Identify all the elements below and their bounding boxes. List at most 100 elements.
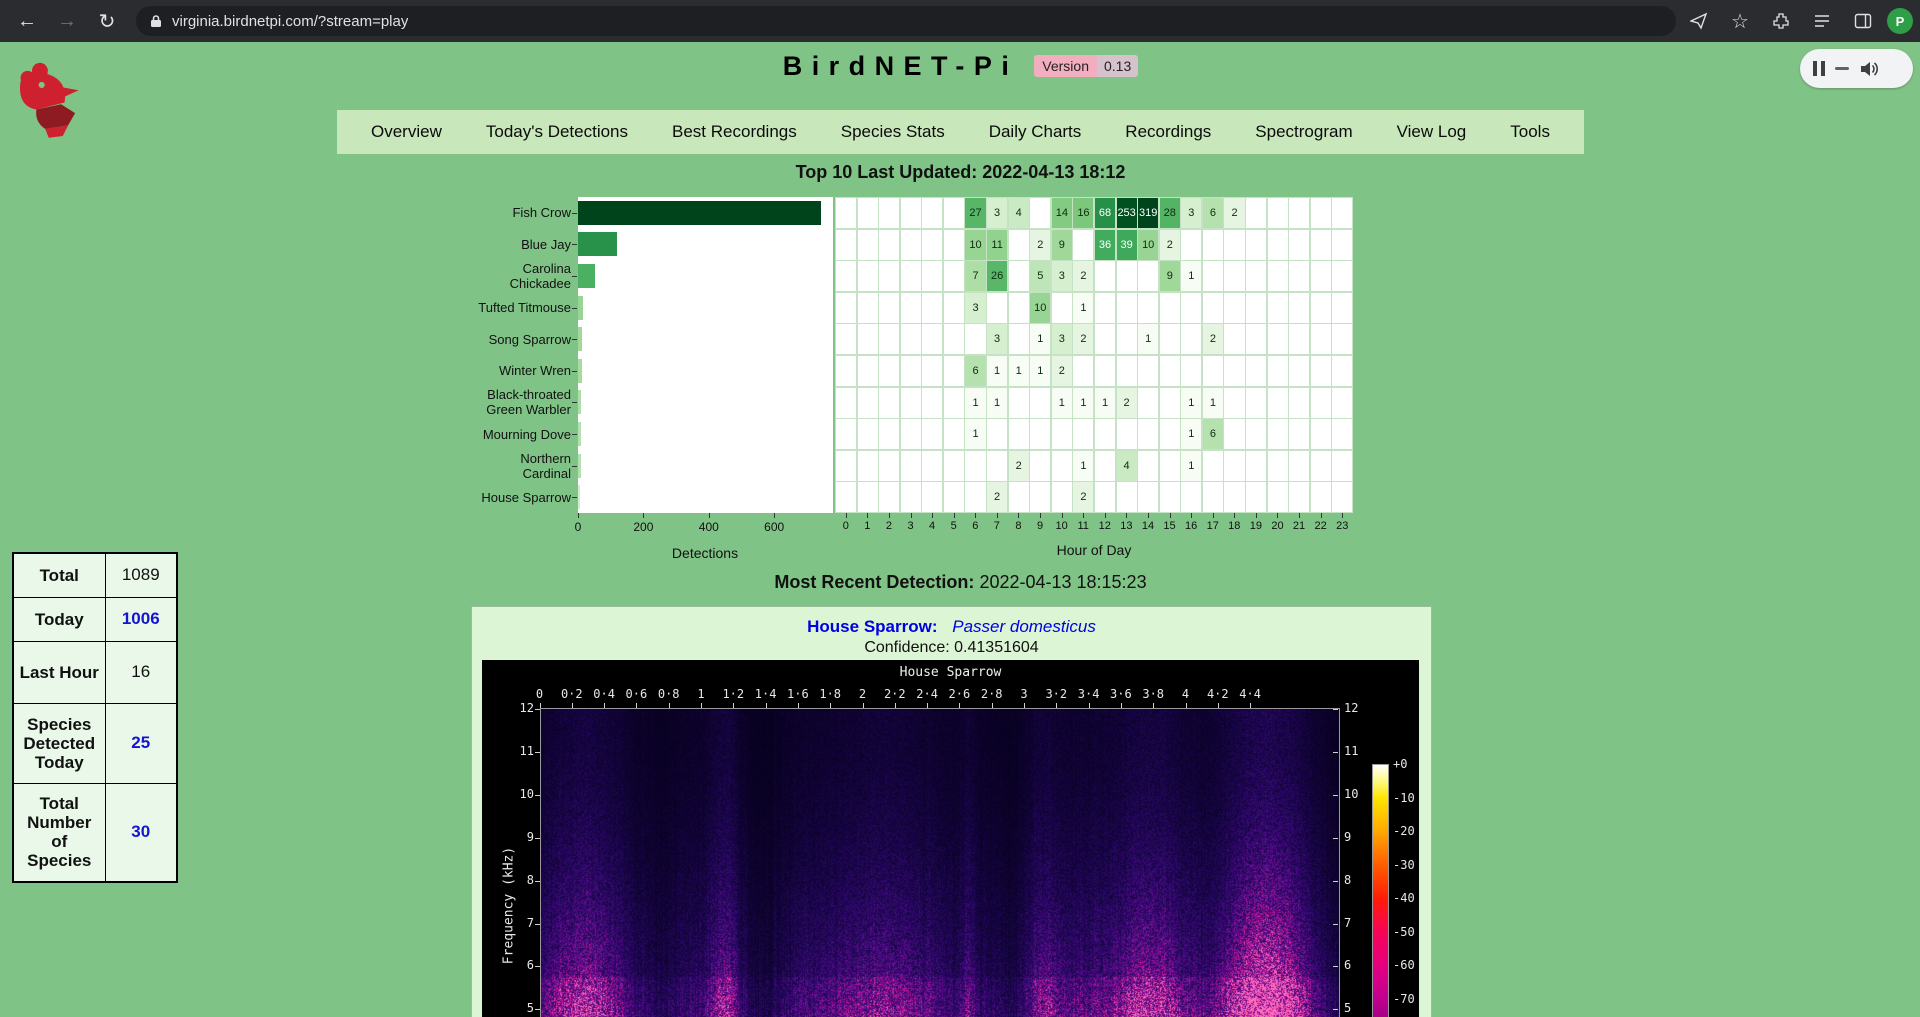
stats-row: Total Number of Species30 (13, 783, 177, 882)
heatmap-cell (1159, 323, 1181, 355)
heatmap-cell (921, 450, 943, 482)
axis-tick (1191, 513, 1192, 518)
heatmap-cell (1094, 292, 1116, 324)
profile-avatar[interactable]: P (1887, 8, 1913, 34)
nav-item-best-recordings[interactable]: Best Recordings (664, 118, 805, 146)
spectrogram-time-tick: 2·8 (975, 687, 1009, 701)
species-label: NorthernCardinal (351, 451, 571, 481)
heatmap-cell (1310, 481, 1332, 513)
heatmap-cell (1267, 197, 1289, 229)
heatmap-cell (835, 387, 857, 419)
heatmap-cell (835, 450, 857, 482)
nav-item-view-log[interactable]: View Log (1389, 118, 1475, 146)
detection-bar (578, 454, 581, 478)
nav-item-overview[interactable]: Overview (363, 118, 450, 146)
nav-item-spectrogram[interactable]: Spectrogram (1247, 118, 1360, 146)
spectrogram-time-tick: 4·2 (1201, 687, 1235, 701)
extensions-icon[interactable] (1764, 4, 1798, 38)
spectrogram-time-tick: 1·6 (781, 687, 815, 701)
heatmap-cell (1116, 418, 1138, 450)
share-icon[interactable] (1682, 4, 1716, 38)
detection-bar (578, 296, 583, 320)
heatmap-cell (900, 197, 922, 229)
side-panel-icon[interactable] (1846, 4, 1880, 38)
heatmap-cell (1051, 292, 1073, 324)
heatmap-cell (1245, 197, 1267, 229)
stats-value: 1089 (105, 553, 177, 597)
heatmap-cell: 9 (1051, 229, 1073, 261)
hour-tick-label: 22 (1309, 520, 1333, 532)
axis-tick (911, 513, 912, 518)
nav-item-recordings[interactable]: Recordings (1117, 118, 1219, 146)
nav-item-tools[interactable]: Tools (1502, 118, 1558, 146)
url-bar[interactable]: virginia.birdnetpi.com/?stream=play (136, 6, 1676, 36)
seek-bar[interactable] (1835, 67, 1849, 70)
axis-tick (535, 709, 540, 710)
volume-icon[interactable] (1859, 60, 1879, 78)
heatmap-cell (878, 481, 900, 513)
detection-bar (578, 422, 581, 446)
heatmap-cell: 1 (1072, 450, 1094, 482)
forward-icon[interactable]: → (50, 4, 84, 38)
spectrogram-time-tick: 3 (1007, 687, 1041, 701)
reload-icon[interactable]: ↻ (90, 4, 124, 38)
axis-tick (867, 513, 868, 518)
species-scientific-name: Passer domesticus (952, 617, 1096, 636)
axis-tick (572, 213, 577, 214)
spectrogram-freq-tick: 9 (504, 830, 534, 844)
heatmap-cell (1051, 481, 1073, 513)
heatmap-cell (1072, 418, 1094, 450)
heatmap-cell (878, 355, 900, 387)
heatmap-cell (1180, 292, 1202, 324)
heatmap-cell (1094, 323, 1116, 355)
colorbar-tick-label: -10 (1393, 791, 1427, 805)
stats-value-link[interactable]: 1006 (105, 597, 177, 641)
heatmap-cell (1245, 292, 1267, 324)
back-icon[interactable]: ← (10, 4, 44, 38)
colorbar-tick-label: -50 (1393, 925, 1427, 939)
stats-value-link[interactable]: 30 (105, 783, 177, 882)
browser-actions: ☆ P ⋮ (1682, 4, 1920, 38)
heatmap-cell (1267, 229, 1289, 261)
axis-tick (1083, 513, 1084, 518)
heatmap-cell (900, 481, 922, 513)
detection-bar (578, 201, 821, 225)
heatmap-cell (1094, 450, 1116, 482)
main-nav: Overview Today's Detections Best Recording… (337, 110, 1584, 154)
heatmap-cell (986, 450, 1008, 482)
species-common-name-link[interactable]: House Sparrow: (807, 617, 937, 636)
heatmap-cell: 10 (1137, 229, 1159, 261)
axis-tick (572, 308, 577, 309)
heatmap-cell (900, 292, 922, 324)
heatmap-cell (835, 260, 857, 292)
heatmap-cell (1223, 450, 1245, 482)
audio-player[interactable] (1800, 49, 1913, 88)
heatmap-cell (1202, 481, 1224, 513)
nav-item-daily-charts[interactable]: Daily Charts (981, 118, 1090, 146)
pause-button[interactable] (1813, 61, 1825, 76)
heatmap-cell: 26 (986, 260, 1008, 292)
axis-tick (572, 466, 577, 467)
heatmap-cell (857, 481, 879, 513)
heatmap-cell (878, 229, 900, 261)
heatmap-cell: 2 (1051, 355, 1073, 387)
browser-toolbar: ← → ↻ virginia.birdnetpi.com/?stream=pla… (0, 0, 1920, 42)
spectrogram-time-tick: 4 (1169, 687, 1203, 701)
heatmap-cell: 1 (964, 387, 986, 419)
axis-tick (1342, 513, 1343, 518)
heatmap-cell: 2 (1072, 481, 1094, 513)
heatmap-cell (1310, 292, 1332, 324)
nav-item-species-stats[interactable]: Species Stats (833, 118, 953, 146)
species-label: House Sparrow (351, 490, 571, 505)
reading-list-icon[interactable] (1805, 4, 1839, 38)
heatmap-cell (943, 197, 965, 229)
nav-item-today-s-detections[interactable]: Today's Detections (478, 118, 636, 146)
heatmap-cell (1267, 481, 1289, 513)
heatmap-cell (986, 418, 1008, 450)
heatmap-cell (1331, 292, 1353, 324)
heatmap-cell (1331, 323, 1353, 355)
stats-value-link[interactable]: 25 (105, 703, 177, 783)
heatmap-cell (1245, 323, 1267, 355)
heatmap-cell: 1 (1202, 387, 1224, 419)
bookmark-star-icon[interactable]: ☆ (1723, 4, 1757, 38)
